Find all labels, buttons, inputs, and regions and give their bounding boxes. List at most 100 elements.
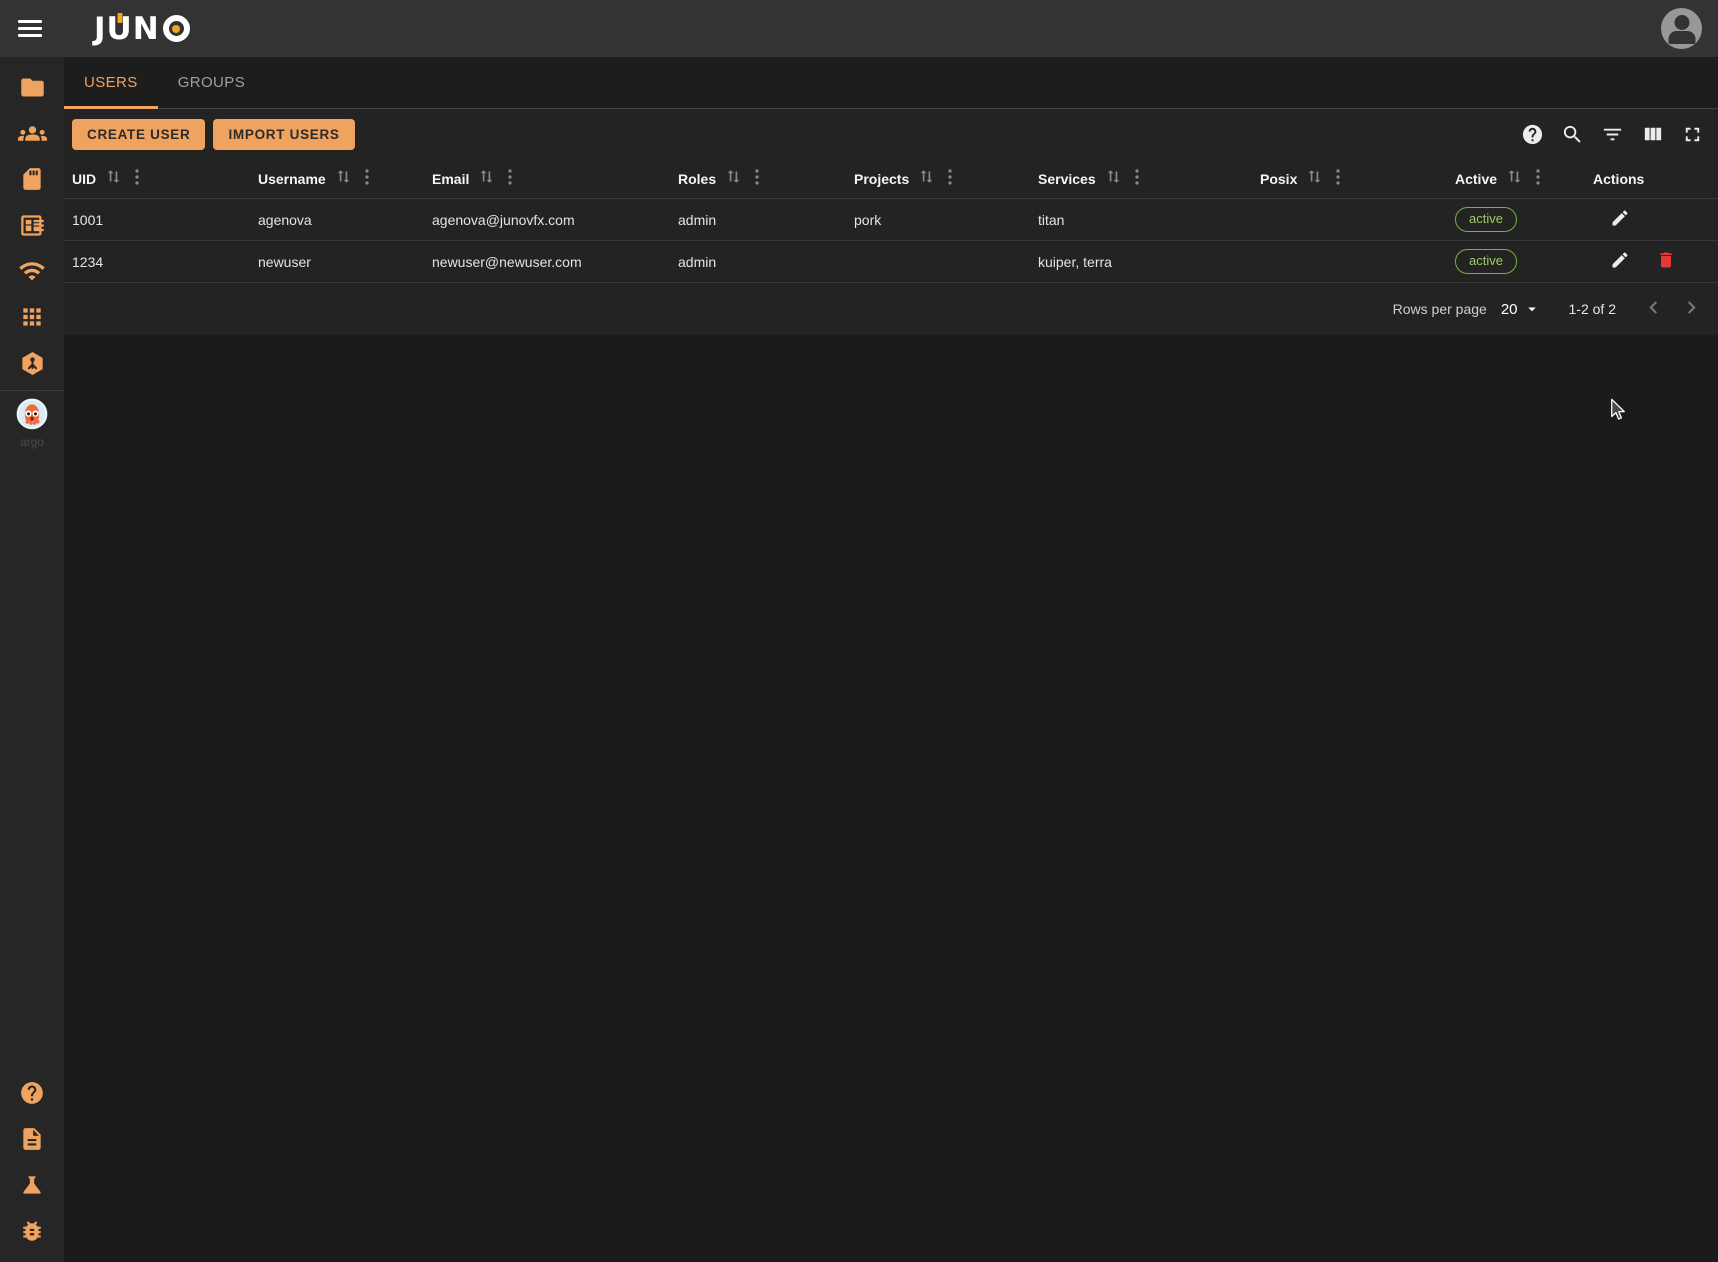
table-footer: Rows per page 20 1-2 of 2 — [64, 283, 1718, 335]
delete-user-button[interactable] — [1656, 250, 1676, 273]
column-header-posix: Posix — [1252, 169, 1447, 190]
sidebar-item-files[interactable] — [0, 64, 64, 110]
search-icon[interactable] — [1560, 123, 1584, 147]
sidebar-item-board[interactable] — [0, 202, 64, 248]
document-icon — [19, 1126, 45, 1152]
chevron-down-icon — [1523, 300, 1541, 318]
sidebar-item-help[interactable] — [0, 1070, 64, 1116]
sidebar-item-argo[interactable]: argo — [14, 393, 50, 453]
sort-icon[interactable] — [1105, 169, 1122, 189]
sidebar-item-package[interactable] — [0, 340, 64, 386]
column-menu-icon[interactable] — [1135, 169, 1139, 190]
menu-icon[interactable] — [18, 19, 44, 39]
cell-username: agenova — [250, 212, 424, 228]
table-toolbar: CREATE USER IMPORT USERS — [64, 109, 1718, 160]
table-row[interactable]: 1001 agenova agenova@junovfx.com admin p… — [64, 199, 1718, 241]
sidebar-item-groups[interactable] — [0, 110, 64, 156]
sort-icon[interactable] — [725, 169, 742, 189]
column-header-email: Email — [424, 169, 670, 190]
sort-icon[interactable] — [335, 169, 352, 189]
column-header-roles: Roles — [670, 169, 846, 190]
mouse-cursor — [1610, 398, 1626, 427]
sidebar-item-bugreport[interactable] — [0, 1208, 64, 1254]
tab-groups[interactable]: GROUPS — [158, 57, 265, 108]
rows-per-page-label: Rows per page — [1393, 301, 1487, 317]
previous-page-button[interactable] — [1640, 296, 1666, 322]
fullscreen-icon[interactable] — [1680, 123, 1704, 147]
column-label: Services — [1038, 171, 1096, 187]
flask-icon — [19, 1172, 45, 1198]
cell-uid: 1234 — [64, 254, 250, 270]
column-menu-icon[interactable] — [508, 169, 512, 190]
column-menu-icon[interactable] — [1536, 169, 1540, 190]
column-header-actions: Actions — [1585, 171, 1718, 187]
column-header-projects: Projects — [846, 169, 1030, 190]
sort-icon[interactable] — [478, 169, 495, 189]
groups-icon — [18, 119, 47, 148]
column-label: Roles — [678, 171, 716, 187]
pager — [1640, 296, 1704, 322]
table-row[interactable]: 1234 newuser newuser@newuser.com admin k… — [64, 241, 1718, 283]
column-menu-icon[interactable] — [365, 169, 369, 190]
developer-board-icon — [19, 212, 46, 239]
cell-actions — [1585, 250, 1718, 273]
sidebar-item-storage[interactable] — [0, 156, 64, 202]
apps-grid-icon — [19, 304, 45, 330]
column-menu-icon[interactable] — [135, 169, 139, 190]
edit-user-button[interactable] — [1610, 250, 1630, 273]
trash-icon — [1656, 250, 1676, 273]
edit-user-button[interactable] — [1610, 208, 1630, 231]
column-menu-icon[interactable] — [755, 169, 759, 190]
user-avatar[interactable] — [1661, 8, 1702, 49]
cell-projects: pork — [846, 212, 1030, 228]
cell-active: active — [1447, 249, 1585, 274]
cell-services: kuiper, terra — [1030, 254, 1252, 270]
app-logo: JUN — [94, 11, 190, 47]
sort-icon[interactable] — [1306, 169, 1323, 189]
sort-icon[interactable] — [1506, 169, 1523, 189]
sort-icon[interactable] — [918, 169, 935, 189]
sidebar-item-apps[interactable] — [0, 294, 64, 340]
column-view-icon[interactable] — [1640, 123, 1664, 147]
cell-roles: admin — [670, 212, 846, 228]
logo-letter-j: J — [94, 11, 107, 47]
users-table-card: CREATE USER IMPORT USERS UID Username — [64, 109, 1718, 335]
column-header-services: Services — [1030, 169, 1252, 190]
rows-per-page-value: 20 — [1501, 301, 1518, 318]
next-page-button[interactable] — [1678, 296, 1704, 322]
sidebar-item-network[interactable] — [0, 248, 64, 294]
package-icon — [19, 350, 46, 377]
sidebar-divider — [0, 390, 64, 391]
main-content: USERS GROUPS CREATE USER IMPORT USERS UI… — [64, 57, 1718, 335]
cell-active: active — [1447, 207, 1585, 232]
logo-letter-n: N — [133, 11, 160, 47]
help-icon — [19, 1080, 45, 1106]
filter-icon[interactable] — [1600, 123, 1624, 147]
column-header-username: Username — [250, 169, 424, 190]
column-menu-icon[interactable] — [948, 169, 952, 190]
cell-email: newuser@newuser.com — [424, 254, 670, 270]
rows-per-page-select[interactable]: 20 — [1501, 300, 1541, 318]
cell-roles: admin — [670, 254, 846, 270]
folder-icon — [19, 74, 46, 101]
cell-email: agenova@junovfx.com — [424, 212, 670, 228]
column-menu-icon[interactable] — [1336, 169, 1340, 190]
tab-users[interactable]: USERS — [64, 57, 158, 108]
topbar: JUN — [0, 0, 1718, 57]
pagination-range: 1-2 of 2 — [1569, 301, 1616, 317]
sidebar-item-docs[interactable] — [0, 1116, 64, 1162]
cell-actions — [1585, 208, 1718, 231]
sort-icon[interactable] — [105, 169, 122, 189]
column-label: Projects — [854, 171, 909, 187]
table-header-row: UID Username Email Roles Projects — [64, 160, 1718, 199]
logo-o-icon — [163, 15, 190, 42]
column-label: Actions — [1593, 171, 1644, 187]
create-user-button[interactable]: CREATE USER — [72, 119, 205, 150]
status-badge: active — [1455, 207, 1517, 232]
chevron-left-icon — [1641, 295, 1666, 323]
bug-icon — [19, 1218, 45, 1244]
sidebar-item-labs[interactable] — [0, 1162, 64, 1208]
help-circle-icon[interactable] — [1520, 123, 1544, 147]
import-users-button[interactable]: IMPORT USERS — [213, 119, 354, 150]
sidebar: argo — [0, 57, 64, 1262]
